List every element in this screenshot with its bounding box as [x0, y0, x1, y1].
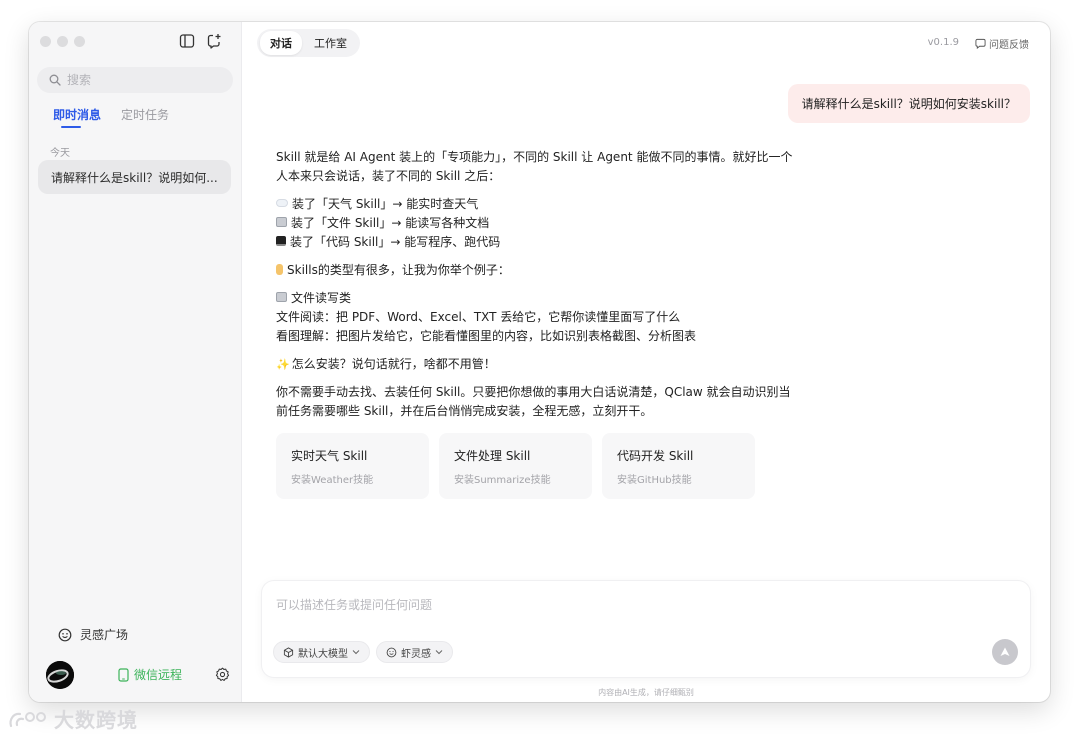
- feedback-icon: [975, 38, 986, 49]
- inspiration-selector-label: 虾灵感: [401, 648, 431, 660]
- install-heading: 怎么安装？说句话就行，啥都不用管！: [291, 357, 496, 371]
- zoom-window-button[interactable]: [74, 36, 85, 47]
- answer-category: 文件读写类 文件阅读：把 PDF、Word、Excel、TXT 丢给它，它帮你读…: [276, 289, 796, 346]
- book-icon: [276, 292, 287, 302]
- category-title: 文件读写类: [291, 291, 352, 305]
- message-input[interactable]: [276, 596, 876, 618]
- user-message: 请解释什么是skill？说明如何安装skill？: [787, 84, 1030, 123]
- book-icon: [276, 217, 287, 227]
- ai-disclaimer: 内容由AI生成，请仔细甄别: [598, 688, 694, 697]
- tab-instant-messages[interactable]: 即时消息: [53, 106, 101, 128]
- skill-card-title: 文件处理 Skill: [454, 449, 531, 463]
- arrow-up-icon: [1000, 647, 1010, 656]
- phone-icon: [118, 667, 129, 682]
- feedback-label: 问题反馈: [989, 40, 1029, 51]
- example-code: 装了「代码 Skill」→ 能写程序、跑代码: [290, 235, 501, 249]
- cloud-icon: [276, 199, 288, 207]
- skill-cards: 实时天气 Skill 安装Weather技能 文件处理 Skill 安装Summ…: [276, 433, 755, 499]
- chat-history-item[interactable]: 请解释什么是skill？说明如何...: [38, 160, 231, 194]
- search-input[interactable]: [67, 73, 217, 87]
- skill-card-file[interactable]: 文件处理 Skill 安装Summarize技能: [439, 433, 592, 499]
- smile-icon: [386, 647, 397, 657]
- chevron-down-icon: [435, 650, 443, 655]
- category-line-reading: 文件阅读：把 PDF、Word、Excel、TXT 丢给它，它帮你读懂里面写了什…: [276, 310, 681, 324]
- wechat-remote-button[interactable]: 微信远程: [118, 666, 182, 683]
- avatar-image: [46, 661, 74, 689]
- example-file: 装了「文件 Skill」→ 能读写各种文档: [291, 216, 490, 230]
- cube-icon: [283, 646, 294, 658]
- wechat-remote-label: 微信远程: [134, 668, 183, 682]
- minimize-window-button[interactable]: [57, 36, 68, 47]
- smile-icon: [58, 628, 72, 641]
- gear-icon[interactable]: [215, 667, 230, 682]
- watermark-logo-icon: [9, 711, 46, 727]
- window-controls: [40, 36, 85, 47]
- types-heading: Skills的类型有很多，让我为你举个例子：: [287, 263, 510, 277]
- sidebar: 即时消息 定时任务 今天 请解释什么是skill？说明如何... 灵感广场: [29, 22, 242, 702]
- date-group-label: 今天: [50, 148, 70, 159]
- feedback-button[interactable]: 问题反馈: [975, 36, 1029, 51]
- app-window: 即时消息 定时任务 今天 请解释什么是skill？说明如何... 灵感广场: [29, 22, 1050, 702]
- version-label: v0.1.9: [927, 37, 959, 48]
- search-icon: [49, 74, 61, 86]
- computer-icon: [276, 236, 286, 246]
- tab-chat[interactable]: 对话: [260, 31, 302, 55]
- avatar[interactable]: [46, 661, 74, 689]
- search-box: [37, 67, 233, 93]
- watermark: 大数跨境: [8, 704, 138, 733]
- answer-install-heading: ✨ 怎么安装？说句话就行，啥都不用管！: [276, 355, 796, 374]
- skill-card-title: 实时天气 Skill: [291, 449, 368, 463]
- sparkles-icon: ✨: [276, 358, 290, 371]
- message-composer: 默认大模型 虾灵感: [262, 581, 1030, 677]
- answer-intro: Skill 就是给 AI Agent 装上的「专项能力」，不同的 Skill 让…: [276, 150, 793, 183]
- new-chat-icon[interactable]: [206, 33, 222, 49]
- inspiration-selector[interactable]: 虾灵感: [376, 641, 453, 663]
- inspiration-plaza-label: 灵感广场: [80, 628, 129, 642]
- send-button[interactable]: [992, 639, 1018, 665]
- skill-card-subtitle: 安装Weather技能: [291, 475, 374, 486]
- watermark-text: 大数跨境: [54, 708, 138, 732]
- answer-install-body: 你不需要手动去找、去装任何 Skill。只要把你想做的事用大白话说清楚，QCla…: [276, 385, 791, 418]
- category-line-image: 看图理解：把图片发给它，它能看懂图里的内容，比如识别表格截图、分析图表: [276, 329, 697, 343]
- view-switch: 对话 工作室: [257, 29, 360, 57]
- model-selector[interactable]: 默认大模型: [273, 641, 370, 663]
- skill-card-subtitle: 安装Summarize技能: [454, 475, 551, 486]
- skill-card-title: 代码开发 Skill: [617, 449, 694, 463]
- chevron-down-icon: [352, 650, 360, 655]
- tab-studio[interactable]: 工作室: [304, 31, 357, 55]
- skill-card-weather[interactable]: 实时天气 Skill 安装Weather技能: [276, 433, 429, 499]
- skill-card-code[interactable]: 代码开发 Skill 安装GitHub技能: [602, 433, 755, 499]
- close-window-button[interactable]: [40, 36, 51, 47]
- answer-types: Skills的类型有很多，让我为你举个例子：: [276, 261, 796, 280]
- skill-card-subtitle: 安装GitHub技能: [617, 475, 692, 486]
- pointing-hand-icon: [276, 264, 283, 275]
- answer-examples: 装了「天气 Skill」→ 能实时查天气 装了「文件 Skill」→ 能读写各种…: [276, 195, 796, 252]
- example-weather: 装了「天气 Skill」→ 能实时查天气: [292, 197, 479, 211]
- sidebar-toggle-icon[interactable]: [179, 33, 195, 49]
- assistant-message: Skill 就是给 AI Agent 装上的「专项能力」，不同的 Skill 让…: [276, 148, 796, 430]
- sidebar-tabs: 即时消息 定时任务: [53, 106, 169, 128]
- main-panel: 对话 工作室 v0.1.9 问题反馈 请解释什么是skill？说明如何安装ski…: [242, 22, 1050, 702]
- tab-scheduled-tasks[interactable]: 定时任务: [121, 106, 169, 123]
- inspiration-plaza-button[interactable]: 灵感广场: [58, 626, 128, 643]
- model-selector-label: 默认大模型: [298, 648, 348, 660]
